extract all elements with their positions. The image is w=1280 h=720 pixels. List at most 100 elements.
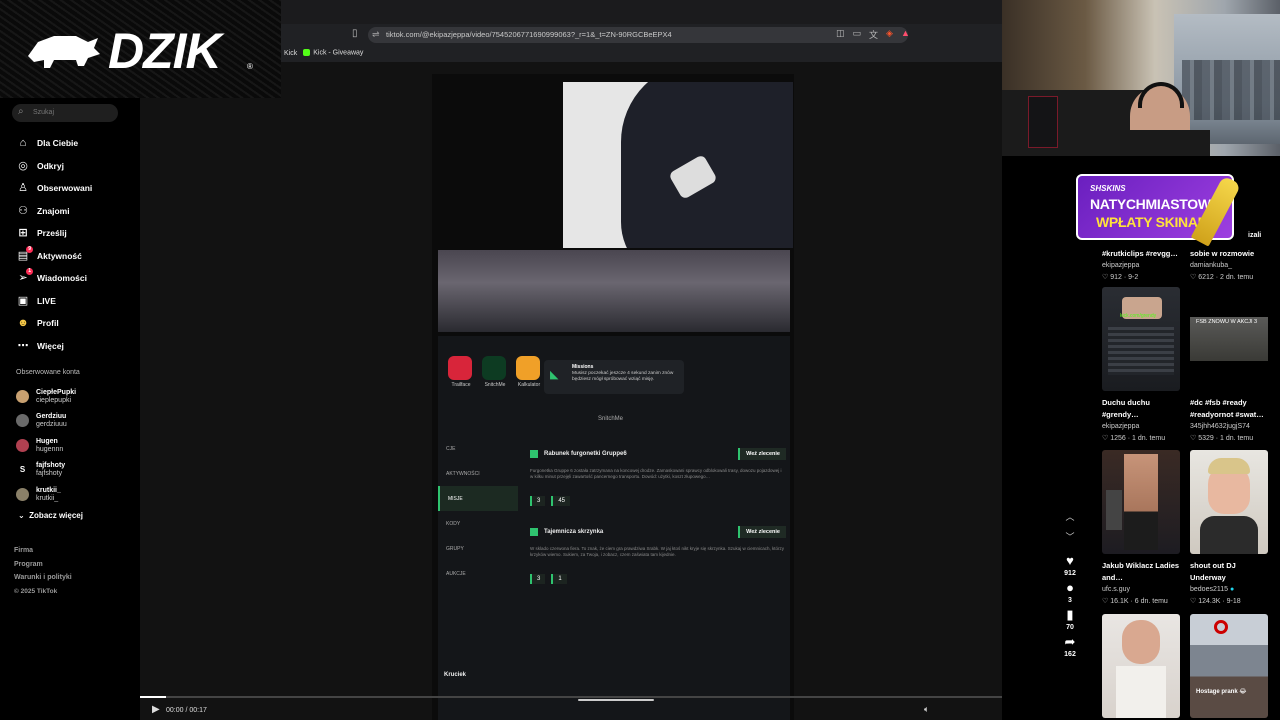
play-icon[interactable]: ▶ (152, 704, 160, 715)
card-title: sobie w rozmowie (1190, 249, 1255, 258)
game-scene (438, 250, 790, 332)
video-card[interactable]: kick.com/grendy Duchu duchu #grendy… eki… (1102, 287, 1182, 445)
compass-icon: ◎ (18, 159, 28, 172)
nav-label: Więcej (37, 340, 64, 351)
account-item[interactable]: CiepłePupki cieplepupki (16, 384, 76, 409)
registered-mark: ® (247, 62, 253, 71)
like-button[interactable]: ♥ 912 (1058, 553, 1082, 578)
streamer-webcam (1002, 0, 1280, 156)
action-rail: ︿ ﹀ ♥ 912 ● 3 ▮ 70 ➦ 162 (1058, 510, 1082, 658)
thumb-text: FSB ZNOWU W AKCJI 3 (1196, 319, 1258, 325)
verified-icon: ● (1229, 586, 1235, 593)
footer-link[interactable]: Warunki i polityki (14, 571, 72, 585)
app-kalkulator: Kalkulator (516, 356, 542, 388)
profile-icon: ☻ (17, 317, 29, 330)
cast-icon[interactable]: ▭ (853, 28, 862, 41)
nav-przeslij[interactable]: ⊞ Prześlij (16, 222, 92, 245)
card-author: damiankuba_ (1190, 262, 1233, 269)
avatar (16, 487, 29, 501)
brave-rewards-icon[interactable]: ▲ (901, 28, 910, 41)
account-name: krutkii_ (36, 486, 61, 494)
nav-label: Wiadomości (37, 273, 87, 284)
search-icon: ⌕ (18, 106, 24, 117)
footer-link[interactable]: Program (14, 558, 72, 572)
account-item[interactable]: Hugen hugennn (16, 433, 76, 458)
mission-title: Tajemnicza skrzynka (530, 528, 603, 536)
video-card[interactable]: shout out DJ Underway bedoes2115 ● ♡ 124… (1190, 450, 1270, 608)
nav-aktywnosc[interactable]: ▤ 9 Aktywność (16, 245, 92, 268)
share-icon: ➦ (1064, 634, 1076, 649)
card-thumbnail (1102, 450, 1180, 554)
video-progress-bar[interactable] (140, 696, 1002, 698)
mission-title: Rabunek furgonetki Gruppe6 (530, 450, 627, 458)
activity-icon: ▤ 9 (17, 245, 33, 262)
bookmark-star-icon[interactable]: ▯ (352, 28, 358, 39)
mission-stat: 45 (551, 496, 571, 506)
brave-shield-icon[interactable]: ◈ (886, 28, 893, 41)
translate-icon[interactable]: 文 (869, 28, 878, 41)
card-title: Jakub Wiklacz Ladies and… (1102, 561, 1180, 582)
save-count: 70 (1066, 624, 1074, 631)
bookmark-kick-giveaway[interactable]: Kick - Giveaway (303, 49, 364, 57)
friends-icon: ⚇ (18, 204, 28, 217)
notification-badge: 1 (26, 268, 33, 276)
account-item[interactable]: krutkii_ krutkii_ (16, 482, 76, 507)
save-button[interactable]: ▮ 70 (1058, 608, 1082, 632)
tiktok-sidebar: ⌕ Szukaj ⌂ Dla Ciebie ◎ Odkryj ♙ Obserwowan… (0, 98, 140, 720)
site-info-icon[interactable]: ⇌ (372, 29, 380, 40)
comment-icon: ● (1066, 580, 1074, 595)
heart-icon: ♥ (1066, 553, 1074, 568)
video-card[interactable]: Hostage prank 😂 (1190, 614, 1270, 718)
bookmark-kick[interactable]: Kick (284, 50, 297, 57)
card-stats: ♡ 5329 · 1 dn. temu (1190, 435, 1254, 442)
video-card[interactable]: sobie w rozmowie damiankuba_ ♡ 6212 · 2 … (1190, 242, 1270, 284)
card-author: 345jhh4632jugjS74 (1190, 423, 1250, 430)
nav-profil[interactable]: ☻ Profil (16, 312, 92, 335)
nav-odkryj[interactable]: ◎ Odkryj (16, 155, 92, 178)
account-handle: cieplepupki (36, 396, 72, 404)
nav-znajomi[interactable]: ⚇ Znajomi (16, 200, 92, 223)
video-player[interactable]: Trailface SnitchMe Kalkulator ◣ Missions… (432, 74, 794, 720)
fighter-figure (1124, 454, 1158, 550)
nav-wiecej[interactable]: ⋯ Więcej (16, 335, 92, 358)
dzik-logo-overlay: DZIK ® (0, 0, 281, 98)
video-card[interactable] (1102, 614, 1182, 718)
nav-obserwowani[interactable]: ♙ Obserwowani (16, 177, 92, 200)
see-more-button[interactable]: ⌄ Zobacz więcej (18, 511, 83, 520)
share-button[interactable]: ➦ 162 (1058, 634, 1082, 659)
nav-wiadomosci[interactable]: ➢ 1 Wiadomości (16, 267, 92, 290)
search-input[interactable] (12, 104, 118, 122)
video-card[interactable]: #krutkiclips #revgg… ekipazjeppa ♡ 912 ·… (1102, 242, 1182, 284)
screen: ▯ ⇌ tiktok.com/@ekipazjeppa/video/754520… (0, 0, 1280, 720)
mission-stat: 1 (551, 574, 567, 584)
comment-button[interactable]: ● 3 (1058, 580, 1082, 605)
author-name: bedoes2115 (1190, 586, 1229, 593)
shirt (1120, 130, 1210, 156)
like-count: 912 (1064, 570, 1076, 577)
nav-label: Aktywność (37, 250, 82, 261)
video-card[interactable]: FSB ZNOWU W AKCJI 3 #dc #fsb #ready #rea… (1190, 287, 1270, 445)
bookmark-label: Kick - Giveaway (313, 49, 364, 57)
logo-text: DZIK (108, 23, 222, 79)
nav-live[interactable]: ▣ LIVE (16, 290, 92, 313)
account-item[interactable]: Sfajfshoty fajfshoty (16, 458, 76, 483)
url-text[interactable]: tiktok.com/@ekipazjeppa/video/7545206771… (386, 30, 672, 39)
card-thumbnail: Hostage prank 😂 (1190, 614, 1268, 718)
search-placeholder: Szukaj (33, 109, 55, 116)
footer-link[interactable]: Firma (14, 544, 72, 558)
card-thumbnail (1190, 450, 1268, 554)
card-author: bedoes2115 ● (1190, 584, 1270, 596)
chevron-down-icon: ⌄ (18, 511, 25, 520)
card-stats: ♡ 912 · 9-2 (1102, 274, 1139, 281)
chevron-down-icon[interactable]: ﹀ (1058, 530, 1082, 550)
video-card[interactable]: Jakub Wiklacz Ladies and… ufc.s.guy ♡ 16… (1102, 450, 1182, 608)
reader-icon[interactable]: ◫ (836, 28, 845, 41)
nav-dla-ciebie[interactable]: ⌂ Dla Ciebie (16, 132, 92, 155)
account-item[interactable]: Gerdziuu gerdziuuu (16, 409, 76, 434)
card-title: #krutkiclips #revgg… (1102, 249, 1178, 258)
volume-icon[interactable]: 🔈︎ (924, 704, 929, 715)
trailface-icon (448, 356, 472, 380)
toast-body: Musisz poczekać jeszcze 4 sekund zanim z… (572, 371, 674, 382)
nav-label: Profil (37, 318, 59, 329)
chevron-up-icon[interactable]: ︿ (1058, 510, 1082, 530)
